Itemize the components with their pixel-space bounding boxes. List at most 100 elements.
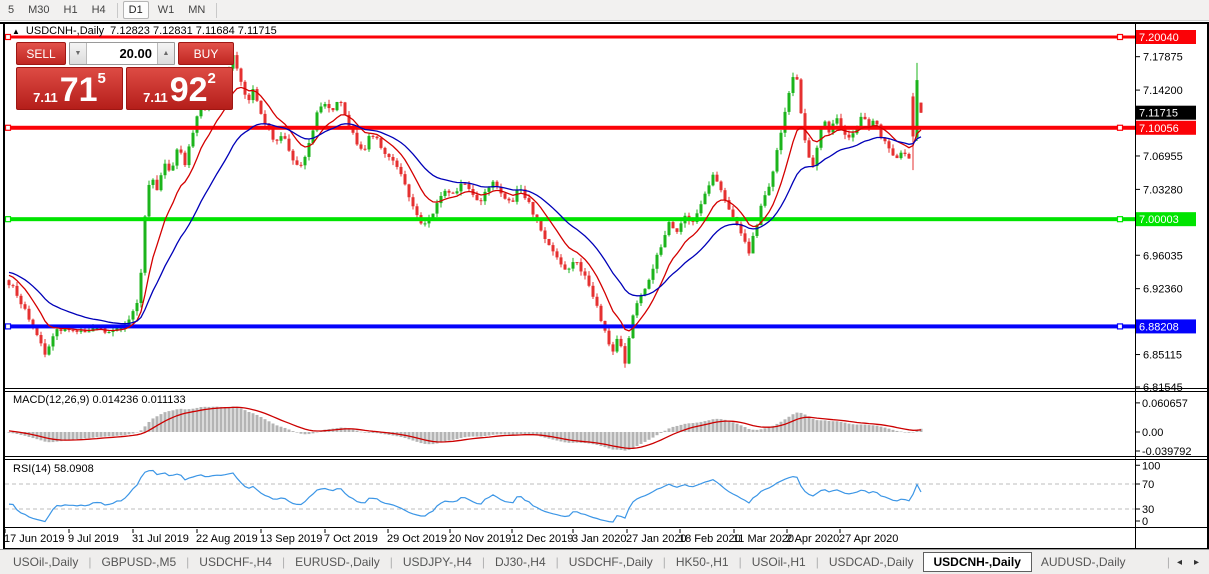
timeframe-button-d1[interactable]: D1 <box>122 1 149 19</box>
macd-histogram-bar <box>283 427 287 432</box>
macd-histogram-bar <box>743 427 747 432</box>
buy-button[interactable]: BUY <box>178 42 234 65</box>
macd-histogram-bar <box>203 406 207 432</box>
candle-body <box>343 102 347 115</box>
date-axis-label: 2 Apr 2020 <box>786 533 839 545</box>
candle-body <box>675 228 679 232</box>
timeframe-button-w1[interactable]: W1 <box>153 2 180 18</box>
macd-histogram-bar <box>631 432 635 449</box>
symbol-tab-usdcnh-daily[interactable]: USDCNH-,Daily <box>922 552 1032 572</box>
hline-handle[interactable] <box>4 33 12 41</box>
macd-histogram-bar <box>847 423 851 432</box>
symbol-tab-audusd-daily[interactable]: AUDUSD-,Daily <box>1032 552 1135 572</box>
buy-price-button[interactable]: 7.11 92 2 <box>126 67 233 110</box>
candle-body <box>487 187 491 192</box>
symbol-tab-hk50-h1[interactable]: HK50-,H1 <box>667 552 738 572</box>
symbol-tab-usoil-h1[interactable]: USOil-,H1 <box>743 552 815 572</box>
candle-body <box>27 308 31 320</box>
collapse-chart-icon[interactable]: ▲ <box>12 27 20 36</box>
macd-histogram-bar <box>135 432 139 433</box>
macd-histogram-bar <box>779 421 783 432</box>
macd-histogram-bar <box>707 420 711 432</box>
symbol-tab-usdcad-daily[interactable]: USDCAD-,Daily <box>820 552 923 572</box>
panel-separator <box>3 527 1209 528</box>
macd-histogram-bar <box>763 428 767 432</box>
macd-histogram-bar <box>99 432 103 437</box>
symbol-tab-usdchf-daily[interactable]: USDCHF-,Daily <box>560 552 662 572</box>
candle-body <box>323 104 327 107</box>
timeframe-button-h4[interactable]: H4 <box>87 2 111 18</box>
tab-nav-right-icon[interactable]: ▸ <box>1188 555 1205 570</box>
hline-7.00003[interactable] <box>5 217 1135 222</box>
macd-histogram-bar <box>207 406 211 432</box>
hline-handle[interactable] <box>4 124 12 131</box>
timeframe-button-mn[interactable]: MN <box>183 2 210 18</box>
price-axis-label: 6.81545 <box>1143 382 1183 394</box>
symbol-tab-usdchf-h4[interactable]: USDCHF-,H4 <box>190 552 281 572</box>
candle-body <box>539 220 543 231</box>
macd-histogram-bar <box>451 432 455 440</box>
candle-body <box>239 68 243 82</box>
hline-handle[interactable] <box>1116 124 1124 131</box>
volume-stepper: ▼ 20.00 ▲ <box>69 42 175 65</box>
candle-body <box>87 331 91 333</box>
macd-histogram-bar <box>639 432 643 444</box>
tab-nav-left-icon[interactable]: ◂ <box>1171 555 1188 570</box>
macd-histogram-bar <box>231 406 235 432</box>
macd-histogram-bar <box>239 408 243 432</box>
candle-body <box>751 235 755 254</box>
date-axis-label: 18 Feb 2020 <box>679 533 741 545</box>
macd-histogram-bar <box>699 421 703 432</box>
sell-button[interactable]: SELL <box>16 42 66 65</box>
candle-body <box>587 275 591 286</box>
macd-histogram-bar <box>463 432 467 438</box>
panel-separator <box>3 456 1209 457</box>
volume-increase-icon[interactable]: ▲ <box>157 43 174 64</box>
timeframe-button-5[interactable]: 5 <box>3 2 19 18</box>
timeframe-button-h1[interactable]: H1 <box>59 2 83 18</box>
hline-handle[interactable] <box>4 323 12 330</box>
candle-body <box>355 132 359 145</box>
hline-handle[interactable] <box>1116 33 1124 41</box>
macd-histogram-bar <box>271 423 275 432</box>
candle-body <box>443 190 447 196</box>
timeframe-button-m30[interactable]: M30 <box>23 2 54 18</box>
sell-price-button[interactable]: 7.11 71 5 <box>16 67 123 110</box>
macd-histogram-bar <box>559 432 563 442</box>
macd-histogram-bar <box>71 432 75 440</box>
macd-histogram-bar <box>835 421 839 432</box>
one-click-trade-panel: SELL ▼ 20.00 ▲ BUY 7.11 71 5 7.11 92 2 <box>16 42 234 110</box>
symbol-tab-usdjpy-h4[interactable]: USDJPY-,H4 <box>394 552 481 572</box>
candle-body <box>43 343 47 355</box>
candle-body <box>507 198 511 201</box>
candle-body <box>531 202 535 215</box>
symbol-tab-eurusd-daily[interactable]: EURUSD-,Daily <box>286 552 389 572</box>
candle-body <box>899 152 903 159</box>
timeframe-toolbar: 5 M30 H1 H4 D1 W1 MN <box>0 0 1209 21</box>
hline-handle[interactable] <box>1116 323 1124 330</box>
macd-axis-label: 0.060657 <box>1142 398 1188 410</box>
macd-histogram-bar <box>787 416 791 432</box>
chart-frame-top <box>0 22 1209 24</box>
macd-histogram-bar <box>887 428 891 432</box>
macd-histogram-bar <box>103 432 107 437</box>
macd-histogram-bar <box>499 432 503 435</box>
hline-7.10056[interactable] <box>5 125 1135 130</box>
macd-histogram-bar <box>131 432 135 434</box>
macd-histogram-bar <box>219 406 223 432</box>
candle-body <box>551 245 555 252</box>
symbol-tab-gbpusd-m5[interactable]: GBPUSD-,M5 <box>92 552 185 572</box>
volume-decrease-icon[interactable]: ▼ <box>70 43 87 64</box>
macd-histogram-bar <box>519 432 523 434</box>
hline-handle[interactable] <box>4 216 12 223</box>
symbol-tab-usoil-daily[interactable]: USOil-,Daily <box>4 552 87 572</box>
macd-histogram-bar <box>775 423 779 432</box>
macd-histogram-bar <box>119 432 123 436</box>
hline-handle[interactable] <box>1116 216 1124 223</box>
candle-body <box>175 149 179 166</box>
symbol-tab-dj30-h4[interactable]: DJ30-,H4 <box>486 552 555 572</box>
chart-symbol-label: USDCNH-,Daily <box>25 25 105 37</box>
volume-value[interactable]: 20.00 <box>87 43 157 64</box>
hline-6.88208[interactable] <box>5 324 1135 329</box>
macd-histogram-bar <box>515 432 519 435</box>
